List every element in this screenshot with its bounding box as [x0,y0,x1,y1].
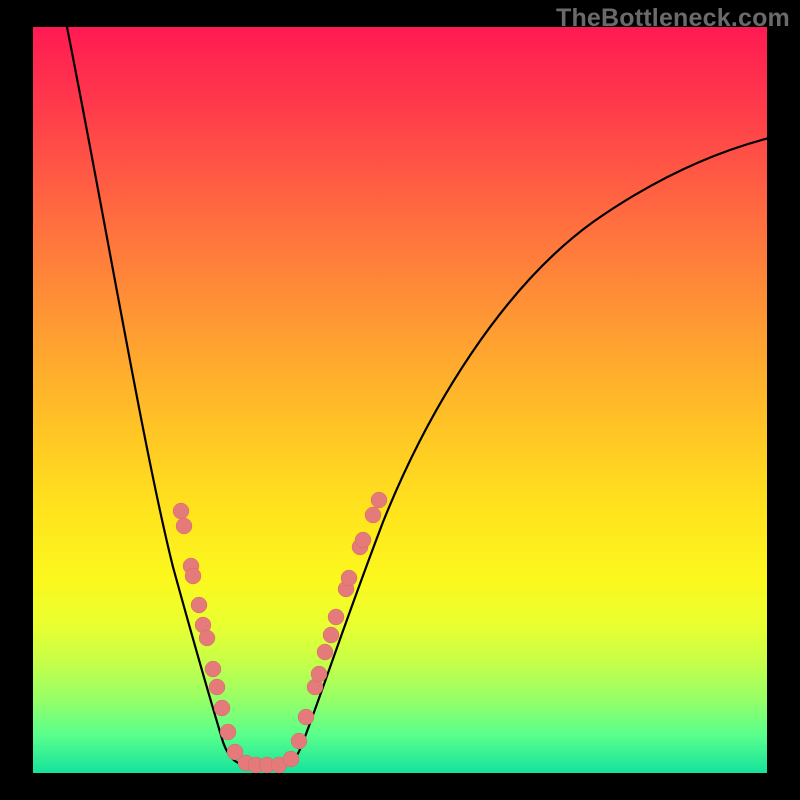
marker-point [365,507,381,523]
marker-point [176,518,192,534]
marker-point [317,644,333,660]
marker-point [173,503,189,519]
chart-area [33,27,767,773]
marker-point [311,666,327,682]
curve-left-branch [65,17,277,766]
marker-point [205,661,221,677]
marker-point [185,568,201,584]
marker-point [371,492,387,508]
curve-right-branch [277,137,773,766]
watermark-label: TheBottleneck.com [556,4,790,33]
marker-point [199,630,215,646]
marker-point [209,679,225,695]
marker-point [191,597,207,613]
marker-point [355,532,371,548]
marker-point [328,609,344,625]
chart-svg [33,27,767,773]
marker-point [323,627,339,643]
marker-point [283,751,299,767]
marker-point [291,733,307,749]
marker-point [298,709,314,725]
marker-point [341,570,357,586]
marker-point [214,700,230,716]
marker-point [220,724,236,740]
curve-markers [173,492,387,773]
